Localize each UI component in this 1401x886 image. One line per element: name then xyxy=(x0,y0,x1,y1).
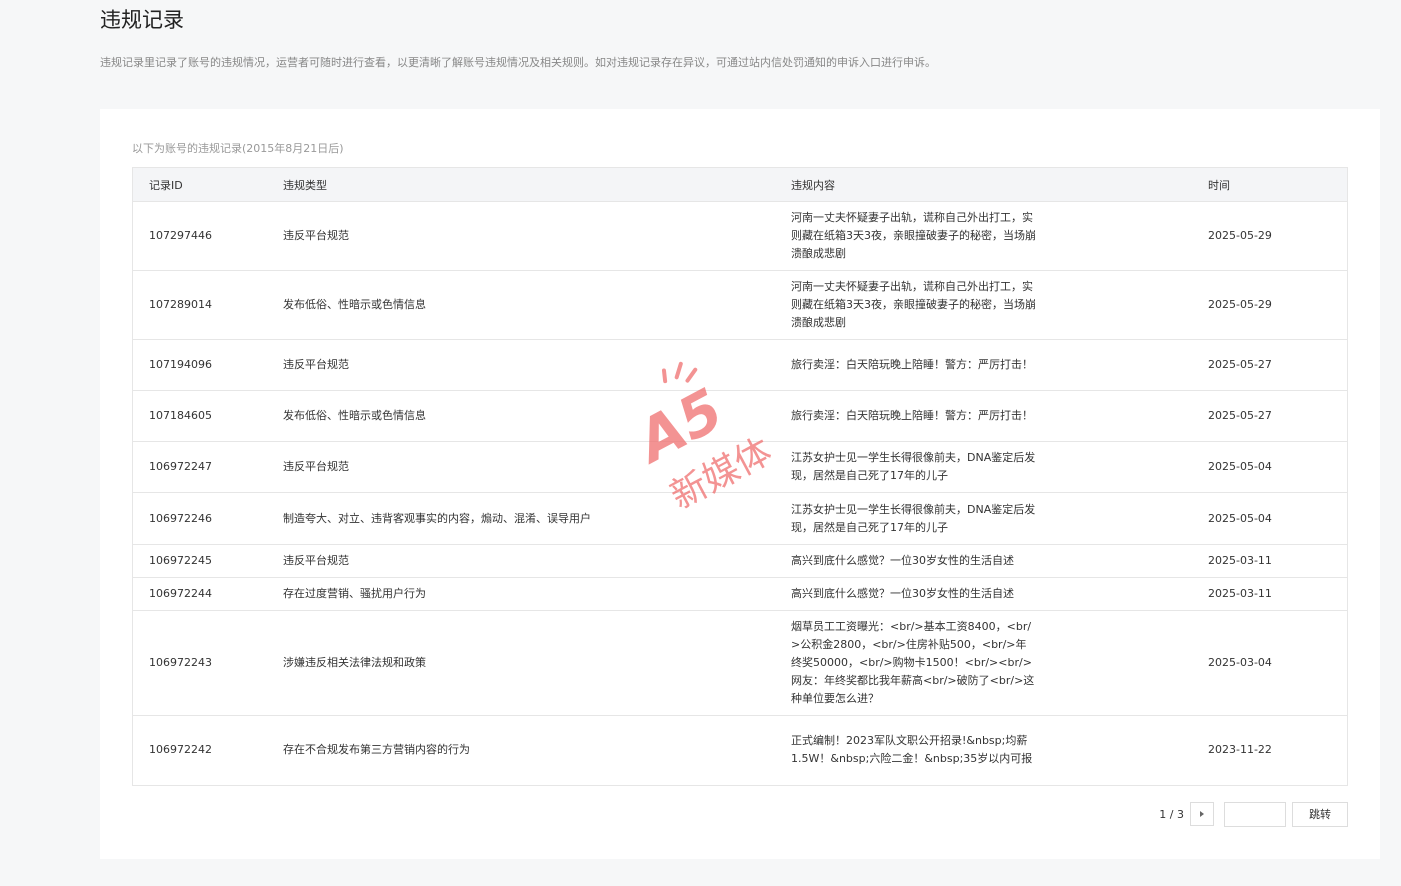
column-header-id: 记录ID xyxy=(133,168,283,202)
record-id-cell: 107184605 xyxy=(133,390,283,442)
record-id-cell: 107194096 xyxy=(133,339,283,391)
time-cell: 2025-03-11 xyxy=(1208,577,1347,611)
chevron-right-icon xyxy=(1200,811,1204,817)
violation-type-cell: 存在过度营销、骚扰用户行为 xyxy=(283,577,791,611)
column-header-time: 时间 xyxy=(1208,168,1347,202)
violation-content-cell: 江苏女护士见一学生长得很像前夫，DNA鉴定后发现，居然是自己死了17年的儿子 xyxy=(791,492,1208,545)
violation-content-text: 高兴到底什么感觉？一位30岁女性的生活自述 xyxy=(791,587,1014,600)
violation-type-cell: 制造夸大、对立、违背客观事实的内容，煽动、混淆、误导用户 xyxy=(283,492,791,545)
violation-type-cell: 涉嫌违反相关法律法规和政策 xyxy=(283,610,791,716)
record-id-cell: 106972245 xyxy=(133,544,283,578)
record-id-cell: 106972244 xyxy=(133,577,283,611)
page-indicator: 1 / 3 xyxy=(1159,807,1184,821)
time-cell: 2025-03-04 xyxy=(1208,610,1347,716)
records-table: 记录ID 违规类型 违规内容 时间 107297446 违反平台规范 河南一丈夫怀疑… xyxy=(132,167,1348,786)
table-row: 106972244 存在过度营销、骚扰用户行为 高兴到底什么感觉？一位30岁女性的生… xyxy=(133,577,1347,611)
table-row: 106972243 涉嫌违反相关法律法规和政策 烟草员工工资曝光：<br/>基本工资… xyxy=(133,610,1347,716)
violation-content-cell: 高兴到底什么感觉？一位30岁女性的生活自述 xyxy=(791,577,1208,611)
time-cell: 2025-05-04 xyxy=(1208,441,1347,493)
table-row: 107289014 发布低俗、性暗示或色情信息 河南一丈夫怀疑妻子出轨，谎称自己外出… xyxy=(133,270,1347,340)
page-number-input[interactable] xyxy=(1224,801,1286,827)
violation-content-text: 江苏女护士见一学生长得很像前夫，DNA鉴定后发现，居然是自己死了17年的儿子 xyxy=(791,451,1036,482)
next-page-button[interactable] xyxy=(1190,802,1214,826)
record-id-cell: 106972247 xyxy=(133,441,283,493)
page-description: 违规记录里记录了账号的违规情况，运营者可随时进行查看，以更清晰了解账号违规情况及… xyxy=(100,56,936,69)
time-cell: 2025-05-04 xyxy=(1208,492,1347,545)
violation-content-text: 河南一丈夫怀疑妻子出轨，谎称自己外出打工，实则藏在纸箱3天3夜，亲眼撞破妻子的秘… xyxy=(791,280,1036,329)
violation-content-text: 旅行卖淫：白天陪玩晚上陪睡！警方：严厉打击！ xyxy=(791,409,1033,422)
column-header-type: 违规类型 xyxy=(283,168,791,202)
record-id-cell: 107289014 xyxy=(133,270,283,340)
time-cell: 2025-05-29 xyxy=(1208,270,1347,340)
table-row: 107184605 发布低俗、性暗示或色情信息 旅行卖淫：白天陪玩晚上陪睡！警方：严… xyxy=(133,390,1347,442)
violation-content-text: 河南一丈夫怀疑妻子出轨，谎称自己外出打工，实则藏在纸箱3天3夜，亲眼撞破妻子的秘… xyxy=(791,211,1036,260)
table-row: 106972247 违反平台规范 江苏女护士见一学生长得很像前夫，DNA鉴定后发现，… xyxy=(133,441,1347,493)
violation-content-cell: 烟草员工工资曝光：<br/>基本工资8400，<br/>公积金2800，<br/… xyxy=(791,610,1208,716)
violation-content-cell: 河南一丈夫怀疑妻子出轨，谎称自己外出打工，实则藏在纸箱3天3夜，亲眼撞破妻子的秘… xyxy=(791,201,1208,271)
table-row: 106972246 制造夸大、对立、违背客观事实的内容，煽动、混淆、误导用户 江苏女… xyxy=(133,492,1347,545)
violation-content-cell: 江苏女护士见一学生长得很像前夫，DNA鉴定后发现，居然是自己死了17年的儿子 xyxy=(791,441,1208,493)
violation-type-cell: 存在不合规发布第三方营销内容的行为 xyxy=(283,743,470,757)
record-id-cell: 106972246 xyxy=(133,492,283,545)
records-subtitle: 以下为账号的违规记录(2015年8月21日后) xyxy=(132,142,344,155)
time-cell: 2025-05-29 xyxy=(1208,201,1347,271)
table-row: 106972242 存在不合规发布第三方营销内容的行为 正式编制！2023军队文职公… xyxy=(133,716,1347,785)
column-header-content: 违规内容 xyxy=(791,168,1208,202)
violation-type-cell: 违反平台规范 xyxy=(283,201,791,271)
violation-content-text: 江苏女护士见一学生长得很像前夫，DNA鉴定后发现，居然是自己死了17年的儿子 xyxy=(791,502,1036,534)
violation-content-text: 正式编制！2023军队文职公开招录!&nbsp;均薪1.5W！&nbsp;六险二… xyxy=(791,734,1033,766)
violation-content-cell: 旅行卖淫：白天陪玩晚上陪睡！警方：严厉打击！ xyxy=(791,390,1208,442)
time-cell: 2025-03-11 xyxy=(1208,544,1347,578)
violation-type-cell: 违反平台规范 xyxy=(283,441,791,493)
table-body: 107297446 违反平台规范 河南一丈夫怀疑妻子出轨，谎称自己外出打工，实则藏在… xyxy=(133,201,1347,785)
time-cell: 2025-05-27 xyxy=(1208,339,1347,391)
time-cell: 2023-11-22 xyxy=(1208,743,1272,757)
violation-content-cell: 高兴到底什么感觉？一位30岁女性的生活自述 xyxy=(791,544,1208,578)
violation-records-page: 违规记录 违规记录里记录了账号的违规情况，运营者可随时进行查看，以更清晰了解账号… xyxy=(0,0,1401,886)
violation-content-text: 烟草员工工资曝光：<br/>基本工资8400，<br/>公积金2800，<br/… xyxy=(791,620,1035,705)
pagination: 1 / 3 跳转 xyxy=(1159,801,1348,827)
record-id-cell: 106972243 xyxy=(133,610,283,716)
violation-type-cell: 发布低俗、性暗示或色情信息 xyxy=(283,390,791,442)
violation-content-text: 高兴到底什么感觉？一位30岁女性的生活自述 xyxy=(791,554,1014,567)
table-row: 106972245 违反平台规范 高兴到底什么感觉？一位30岁女性的生活自述 2025… xyxy=(133,544,1347,578)
jump-button[interactable]: 跳转 xyxy=(1292,801,1348,827)
violation-content-cell: 河南一丈夫怀疑妻子出轨，谎称自己外出打工，实则藏在纸箱3天3夜，亲眼撞破妻子的秘… xyxy=(791,270,1208,340)
table-row: 107297446 违反平台规范 河南一丈夫怀疑妻子出轨，谎称自己外出打工，实则藏在… xyxy=(133,201,1347,271)
table-row: 107194096 违反平台规范 旅行卖淫：白天陪玩晚上陪睡！警方：严厉打击！ 202… xyxy=(133,339,1347,391)
record-id-cell: 107297446 xyxy=(133,201,283,271)
table-header-row: 记录ID 违规类型 违规内容 时间 xyxy=(133,168,1347,202)
violation-content-cell: 旅行卖淫：白天陪玩晚上陪睡！警方：严厉打击！ xyxy=(791,339,1208,391)
time-cell: 2025-05-27 xyxy=(1208,390,1347,442)
violation-content-text: 旅行卖淫：白天陪玩晚上陪睡！警方：严厉打击！ xyxy=(791,358,1033,371)
violation-type-cell: 违反平台规范 xyxy=(283,544,791,578)
records-card: 以下为账号的违规记录(2015年8月21日后) 记录ID 违规类型 违规内容 时… xyxy=(100,109,1380,859)
violation-content-cell: 正式编制！2023军队文职公开招录!&nbsp;均薪1.5W！&nbsp;六险二… xyxy=(791,716,1208,785)
violation-type-cell: 违反平台规范 xyxy=(283,339,791,391)
violation-type-cell: 发布低俗、性暗示或色情信息 xyxy=(283,270,791,340)
page-title: 违规记录 xyxy=(100,8,184,32)
record-id-cell: 106972242 xyxy=(149,743,212,757)
